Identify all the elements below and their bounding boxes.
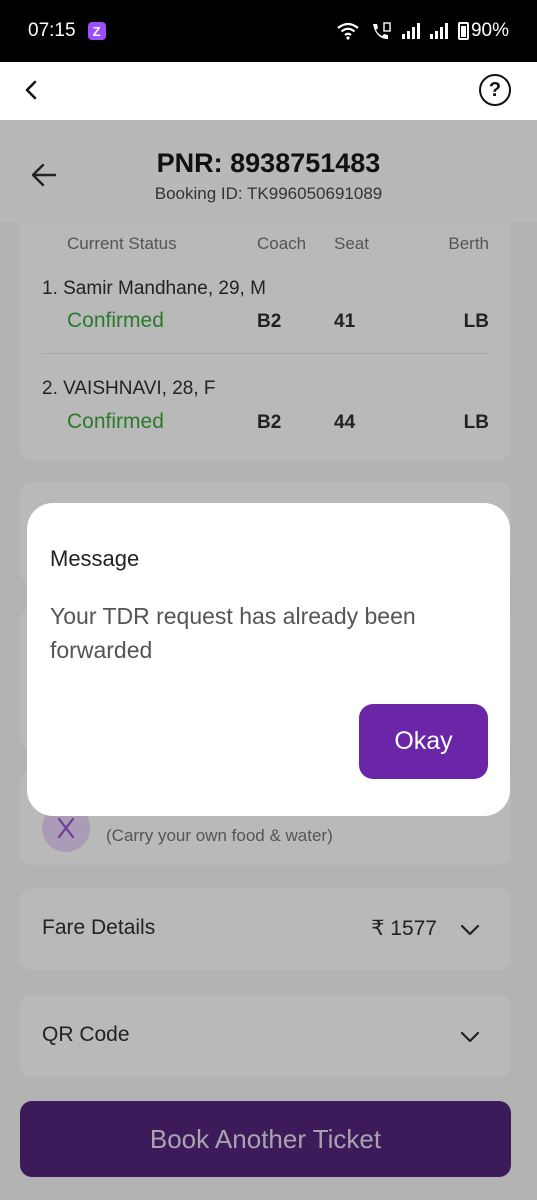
clock: 07:15 xyxy=(28,20,76,41)
chevron-down-icon xyxy=(460,924,480,936)
fare-amount: ₹ 1577 xyxy=(371,917,437,940)
passenger-coach: B2 xyxy=(257,311,282,332)
passenger-status: Confirmed xyxy=(67,309,164,332)
app-bar: ? xyxy=(0,62,537,120)
dialog-title: Message xyxy=(50,546,140,571)
signal-strength-icon xyxy=(401,23,420,39)
booking-header: PNR: 8938751483 Booking ID: TK9960506910… xyxy=(0,120,537,222)
dialog-message: Your TDR request has already been forwar… xyxy=(50,603,416,663)
battery-icon xyxy=(457,22,469,40)
chevron-down-icon xyxy=(460,1031,480,1043)
divider xyxy=(42,353,489,354)
passenger-name: 1. Samir Mandhane, 29, M xyxy=(42,278,266,299)
column-header-status: Current Status xyxy=(67,234,177,253)
passenger-status-card: Current Status Coach Seat Berth 1. Samir… xyxy=(20,222,511,460)
column-header-seat: Seat xyxy=(334,234,369,253)
passenger-coach: B2 xyxy=(257,412,282,433)
fare-details-row[interactable]: Fare Details ₹ 1577 xyxy=(20,888,511,970)
passenger-berth: LB xyxy=(463,311,489,332)
passenger-name: 2. VAISHNAVI, 28, F xyxy=(42,378,216,399)
message-dialog: Message Your TDR request has already bee… xyxy=(27,503,510,816)
help-icon[interactable]: ? xyxy=(479,74,511,106)
battery-percent: 90% xyxy=(470,20,509,41)
qr-code-row[interactable]: QR Code xyxy=(20,995,511,1077)
wifi-icon xyxy=(337,22,359,40)
passenger-seat: 44 xyxy=(334,412,356,433)
wifi-calling-icon xyxy=(372,22,391,39)
okay-button[interactable]: Okay xyxy=(359,704,488,779)
passenger-berth: LB xyxy=(463,412,489,433)
passenger-status: Confirmed xyxy=(67,410,164,433)
book-another-ticket-button[interactable]: Book Another Ticket xyxy=(20,1101,511,1177)
fare-details-label: Fare Details xyxy=(42,916,156,939)
signal-strength-icon xyxy=(429,23,448,39)
app-notification-icon: Z xyxy=(87,22,106,40)
pnr-number: PNR: 8938751483 xyxy=(156,148,381,178)
column-header-coach: Coach xyxy=(257,234,307,253)
column-header-berth: Berth xyxy=(448,234,489,253)
booking-id: Booking ID: TK996050691089 xyxy=(154,184,383,203)
passenger-seat: 41 xyxy=(334,311,356,332)
chevron-left-icon[interactable] xyxy=(20,78,44,102)
status-bar: 07:15 Z 90% xyxy=(0,0,537,62)
qr-code-label: QR Code xyxy=(42,1023,130,1046)
food-note: (Carry your own food & water) xyxy=(106,826,333,845)
